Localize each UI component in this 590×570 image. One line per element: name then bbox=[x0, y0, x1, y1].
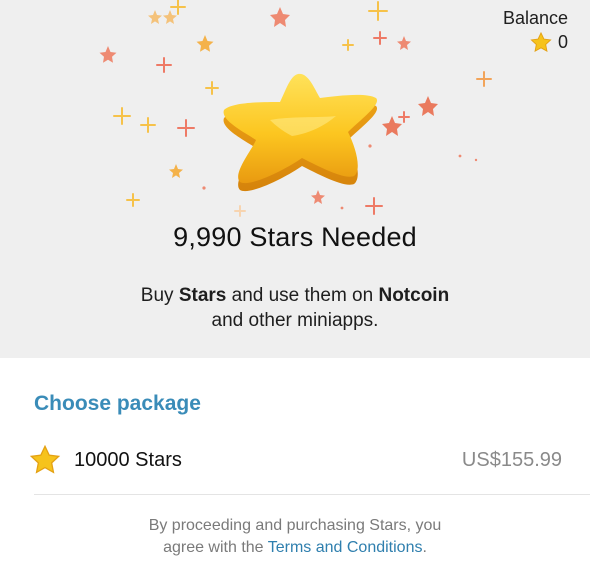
desc-prefix: Buy bbox=[140, 285, 179, 306]
choose-package-title: Choose package bbox=[34, 392, 201, 415]
hero-description-line2: and other miniapps. bbox=[211, 310, 379, 331]
terms-prefix: agree with the bbox=[163, 539, 268, 556]
desc-mid: and use them on bbox=[226, 285, 379, 306]
terms-notice-line1: By proceeding and purchasing Stars, you bbox=[148, 517, 442, 534]
hero-description: Buy Stars and use them on Notcoin and ot… bbox=[0, 283, 590, 333]
balance-label: Balance bbox=[502, 8, 568, 28]
star-icon bbox=[530, 32, 552, 53]
terms-notice: By proceeding and purchasing Stars, you … bbox=[0, 515, 590, 559]
terms-link[interactable]: Terms and Conditions bbox=[268, 539, 423, 556]
package-name: 10000 Stars bbox=[74, 448, 182, 471]
terms-notice-line2: agree with the Terms and Conditions. bbox=[0, 537, 590, 559]
package-price: US$155.99 bbox=[461, 448, 562, 471]
package-option-10000-stars[interactable]: 10000 Stars US$155.99 bbox=[28, 440, 562, 480]
hero-section: Balance 0 9,990 Stars Needed Buy Stars a… bbox=[0, 0, 590, 358]
desc-stars: Stars bbox=[178, 285, 227, 306]
stars-purchase-sheet: Balance 0 9,990 Stars Needed Buy Stars a… bbox=[0, 0, 590, 570]
divider bbox=[34, 494, 590, 495]
stars-needed-headline: 9,990 Stars Needed bbox=[173, 222, 417, 252]
hero-description-line1: Buy Stars and use them on Notcoin bbox=[0, 283, 590, 308]
star-icon bbox=[29, 445, 61, 474]
desc-notcoin: Notcoin bbox=[378, 285, 450, 306]
terms-suffix: . bbox=[422, 539, 427, 556]
balance-row: 0 bbox=[503, 32, 568, 53]
big-star-icon bbox=[223, 73, 378, 192]
balance-value: 0 bbox=[557, 32, 568, 52]
balance-widget: Balance 0 bbox=[503, 8, 568, 53]
